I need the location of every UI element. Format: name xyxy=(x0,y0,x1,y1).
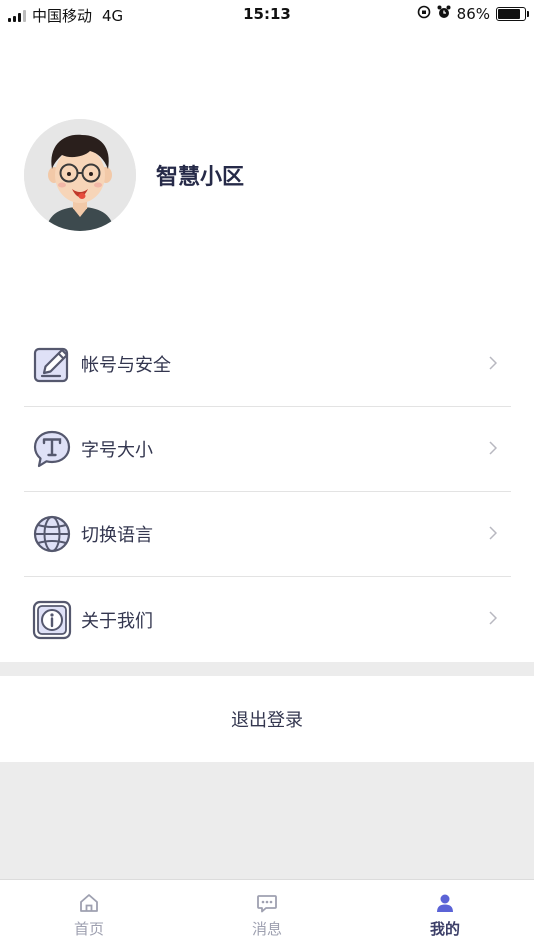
battery-level xyxy=(498,9,521,19)
menu-item-label: 帐号与安全 xyxy=(81,355,171,376)
info-icon xyxy=(32,600,72,640)
menu-item-account-security[interactable]: 帐号与安全 xyxy=(24,322,511,407)
status-bar-right: 86% xyxy=(417,5,529,23)
user-icon xyxy=(434,892,456,914)
tab-mine[interactable]: 我的 xyxy=(356,880,534,950)
battery-percent: 86% xyxy=(456,5,490,23)
message-icon xyxy=(256,892,278,914)
logout-button[interactable]: 退出登录 xyxy=(0,676,534,762)
chevron-right-icon xyxy=(489,610,503,629)
rotation-lock-icon xyxy=(417,5,431,23)
menu-item-font-size[interactable]: 字号大小 xyxy=(24,407,511,492)
tab-label: 首页 xyxy=(73,920,104,938)
menu-item-label: 关于我们 xyxy=(81,610,153,632)
tab-home[interactable]: 首页 xyxy=(0,880,178,950)
chevron-right-icon xyxy=(489,355,503,374)
settings-menu: 帐号与安全 字号大小 切换语言 关于我们 xyxy=(24,322,511,662)
edit-icon xyxy=(32,344,72,384)
profile-name: 智慧小区 xyxy=(156,165,245,190)
globe-icon xyxy=(32,514,72,554)
profile-header[interactable]: 智慧小区 xyxy=(24,119,244,231)
status-bar: 中国移动 4G 15:13 86% xyxy=(0,0,534,28)
avatar[interactable] xyxy=(24,119,136,231)
tab-messages[interactable]: 消息 xyxy=(178,880,356,950)
alarm-icon xyxy=(437,5,451,23)
menu-item-switch-language[interactable]: 切换语言 xyxy=(24,492,511,577)
menu-item-label: 字号大小 xyxy=(81,440,153,461)
section-divider xyxy=(0,662,534,676)
logout-label: 退出登录 xyxy=(231,710,303,731)
tab-label: 消息 xyxy=(251,920,282,938)
menu-item-about-us[interactable]: 关于我们 xyxy=(24,577,511,662)
bottom-tab-bar: 首页 消息 我的 xyxy=(0,879,534,950)
cartoon-avatar-icon xyxy=(24,119,136,231)
chevron-right-icon xyxy=(489,440,503,459)
home-icon xyxy=(78,892,100,914)
menu-item-label: 切换语言 xyxy=(81,525,153,546)
font-size-icon xyxy=(32,429,72,469)
chevron-right-icon xyxy=(489,525,503,544)
empty-background xyxy=(0,762,534,879)
tab-label: 我的 xyxy=(429,920,460,938)
battery-icon xyxy=(496,7,529,21)
